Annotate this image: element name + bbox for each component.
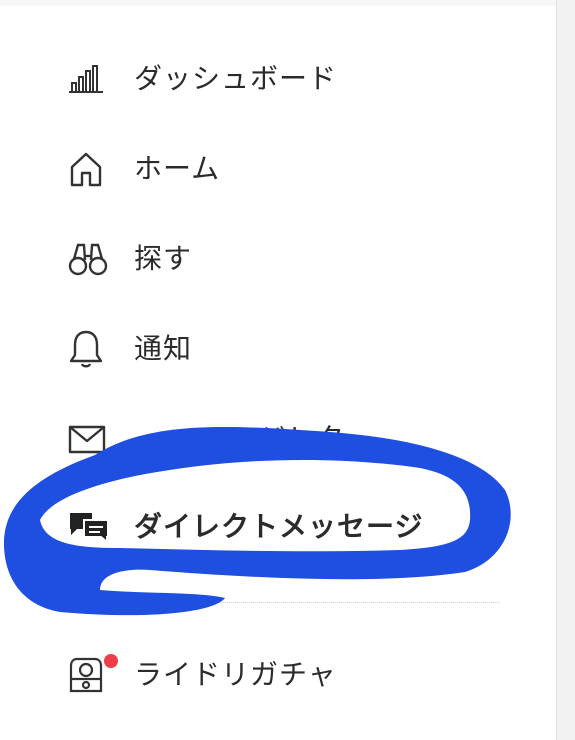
menu-item-gacha[interactable]: ライドリガチャ xyxy=(68,650,508,700)
menu-item-notifications[interactable]: 通知 xyxy=(68,324,508,374)
menu-item-label: ダッシュボード xyxy=(134,62,338,95)
bell-icon xyxy=(68,328,110,370)
chat-bubbles-icon xyxy=(68,506,110,548)
menu-item-label: ジレター xyxy=(258,422,375,455)
menu-item-dashboard[interactable]: ダッシュボード xyxy=(68,54,508,104)
menu-item-label: ライドリガチャ xyxy=(134,658,337,691)
scrollbar-track[interactable] xyxy=(556,0,575,740)
menu-item-label: 探す xyxy=(134,242,193,275)
menu-item-label: ホーム xyxy=(134,152,221,185)
menu-divider xyxy=(68,602,500,603)
menu-item-home[interactable]: ホーム xyxy=(68,144,508,194)
menu-item-label: 通知 xyxy=(134,332,193,365)
mail-icon xyxy=(68,418,110,460)
menu-item-label: ダイレクトメッセージ xyxy=(134,510,424,543)
side-menu: ダッシュボード ホーム 探す 通知 ジレター ダイレクトメッセージ ライドリガチ… xyxy=(0,0,557,740)
menu-item-newsletter[interactable]: ジレター xyxy=(68,414,508,464)
menu-item-explore[interactable]: 探す xyxy=(68,234,508,284)
home-icon xyxy=(68,148,110,190)
notification-dot xyxy=(104,654,118,668)
menu-item-direct-message[interactable]: ダイレクトメッセージ xyxy=(68,502,508,552)
binoculars-icon xyxy=(68,238,110,280)
bar-chart-icon xyxy=(68,58,110,100)
